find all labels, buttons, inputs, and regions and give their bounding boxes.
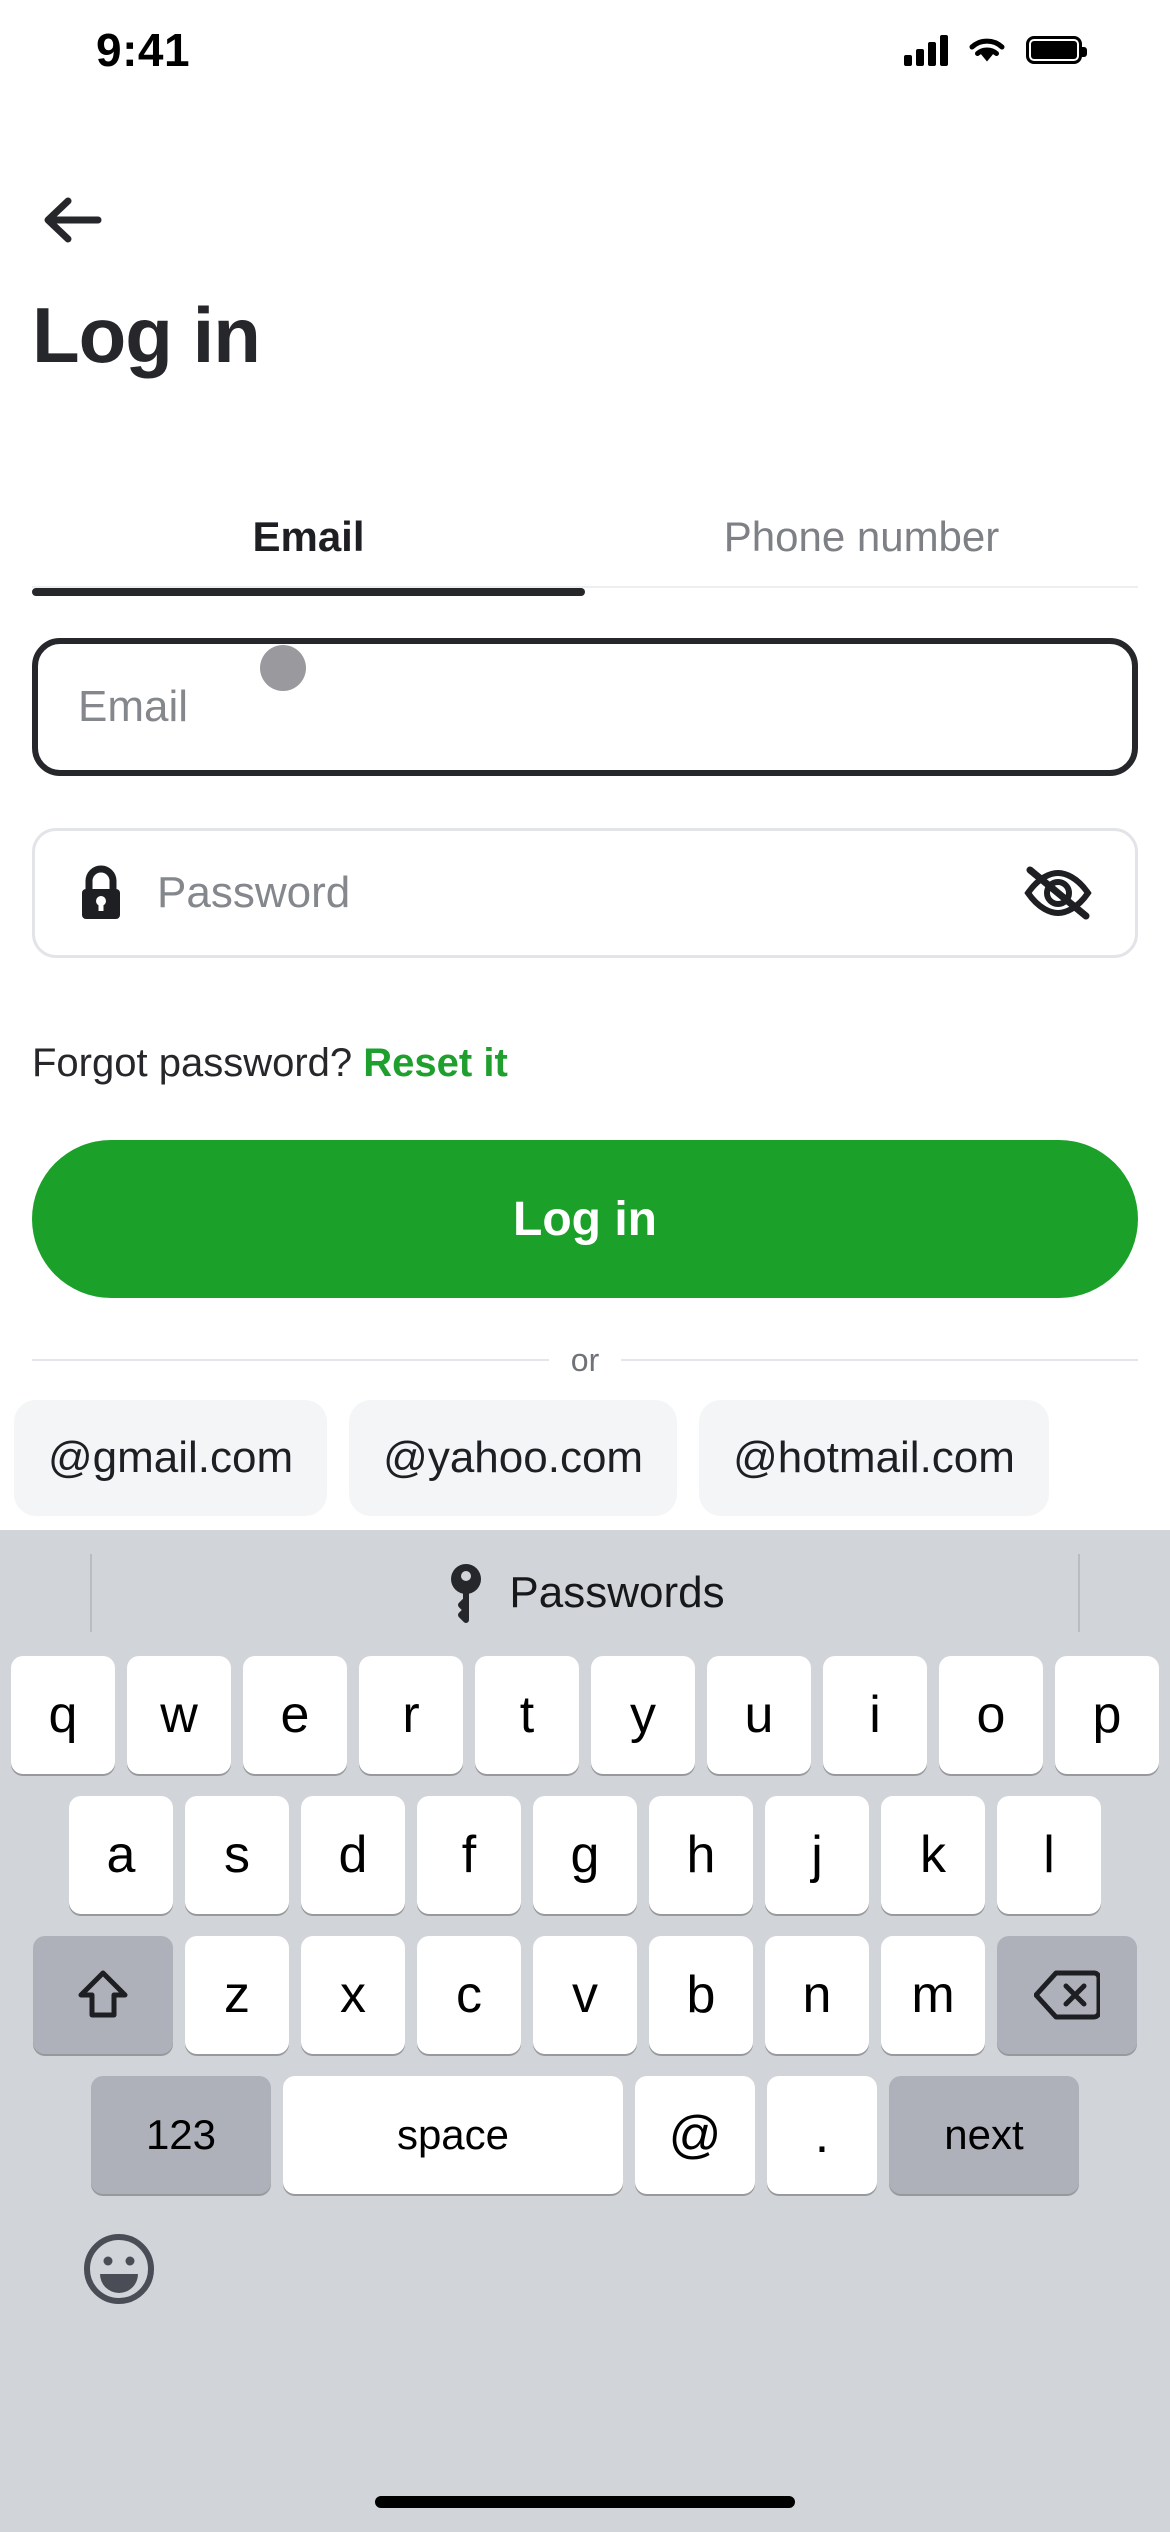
or-divider-label: or (570, 1341, 600, 1378)
cellular-signal-icon (904, 34, 948, 66)
key-k[interactable]: k (881, 1796, 985, 1914)
lock-icon (75, 863, 131, 923)
keyboard-row-1: q w e r t y u i o p (0, 1656, 1170, 1774)
status-bar-time: 9:41 (96, 24, 191, 76)
key-h[interactable]: h (649, 1796, 753, 1914)
key-w[interactable]: w (127, 1656, 231, 1774)
suggestion-chip-hotmail[interactable]: @hotmail.com (699, 1400, 1049, 1516)
tabs-divider (32, 586, 1138, 588)
period-key[interactable]: . (767, 2076, 877, 2194)
key-d[interactable]: d (301, 1796, 405, 1914)
keyboard-row-4: 123 space @ . next (0, 2076, 1170, 2194)
password-field[interactable]: Password (32, 828, 1138, 958)
status-bar-icons (904, 34, 1087, 66)
key-n[interactable]: n (765, 1936, 869, 2054)
keyboard-row-2: a s d f g h j k l (0, 1796, 1170, 1914)
forgot-password-text: Forgot password? (32, 1041, 353, 1085)
key-o[interactable]: o (939, 1656, 1043, 1774)
key-g[interactable]: g (533, 1796, 637, 1914)
forgot-password-row: Forgot password? Reset it (32, 1041, 508, 1086)
or-divider: or (32, 1338, 1139, 1382)
suggestion-chip-yahoo[interactable]: @yahoo.com (349, 1400, 678, 1516)
wifi-icon (969, 38, 1005, 62)
key-z[interactable]: z (185, 1936, 289, 2054)
status-bar: 9:41 (0, 0, 1170, 100)
suggestion-chip-gmail[interactable]: @gmail.com (14, 1400, 328, 1516)
key-u[interactable]: u (707, 1656, 811, 1774)
email-domain-suggestions: @gmail.com @yahoo.com @hotmail.com (14, 1400, 1170, 1520)
passwords-autofill-button[interactable]: Passwords (445, 1562, 725, 1624)
password-field-placeholder: Password (157, 868, 351, 917)
or-divider-line-left (32, 1359, 549, 1361)
email-field[interactable]: Email (32, 638, 1138, 776)
key-l[interactable]: l (997, 1796, 1101, 1914)
backspace-key[interactable] (997, 1936, 1137, 2054)
key-icon (451, 1564, 482, 1623)
next-key[interactable]: next (889, 2076, 1079, 2194)
key-f[interactable]: f (417, 1796, 521, 1914)
passwords-label: Passwords (509, 1568, 725, 1617)
key-m[interactable]: m (881, 1936, 985, 2054)
key-p[interactable]: p (1055, 1656, 1159, 1774)
home-indicator (375, 2496, 795, 2508)
back-arrow-icon (44, 197, 102, 243)
at-key[interactable]: @ (635, 2076, 755, 2194)
page-title: Log in (32, 291, 261, 379)
key-t[interactable]: t (475, 1656, 579, 1774)
keyboard-suggestion-bar: Passwords (0, 1530, 1170, 1656)
tab-email[interactable]: Email (32, 492, 585, 596)
key-i[interactable]: i (823, 1656, 927, 1774)
key-a[interactable]: a (69, 1796, 173, 1914)
key-y[interactable]: y (591, 1656, 695, 1774)
suggestion-separator-left (90, 1554, 92, 1632)
touch-indicator-dot (260, 645, 306, 691)
numbers-key[interactable]: 123 (91, 2076, 271, 2194)
battery-icon (1026, 36, 1087, 64)
key-q[interactable]: q (11, 1656, 115, 1774)
space-key[interactable]: space (283, 2076, 623, 2194)
or-divider-line-right (621, 1359, 1139, 1361)
key-v[interactable]: v (533, 1936, 637, 2054)
shift-icon (78, 1970, 128, 2018)
emoji-icon[interactable] (80, 2230, 158, 2308)
tab-email-label: Email (252, 513, 365, 560)
suggestion-separator-right (1078, 1554, 1080, 1632)
keyboard-bottom-bar (0, 2194, 1170, 2344)
keyboard-row-3: z x c v b n m (0, 1936, 1170, 2054)
log-in-button[interactable]: Log in (32, 1140, 1138, 1298)
key-r[interactable]: r (359, 1656, 463, 1774)
tab-phone-number-label: Phone number (723, 513, 1000, 560)
on-screen-keyboard: Passwords q w e r t y u i o p a s d f g … (0, 1530, 1170, 2532)
key-e[interactable]: e (243, 1656, 347, 1774)
reset-password-link[interactable]: Reset it (363, 1041, 508, 1085)
auth-method-tabs: Email Phone number (32, 492, 1138, 596)
key-b[interactable]: b (649, 1936, 753, 2054)
email-field-placeholder: Email (78, 682, 189, 731)
key-j[interactable]: j (765, 1796, 869, 1914)
back-button[interactable] (28, 175, 118, 265)
backspace-icon (1034, 1970, 1100, 2020)
key-x[interactable]: x (301, 1936, 405, 2054)
key-s[interactable]: s (185, 1796, 289, 1914)
shift-key[interactable] (33, 1936, 173, 2054)
tab-phone-number[interactable]: Phone number (585, 492, 1138, 582)
eye-off-icon[interactable] (1015, 863, 1095, 923)
key-c[interactable]: c (417, 1936, 521, 2054)
